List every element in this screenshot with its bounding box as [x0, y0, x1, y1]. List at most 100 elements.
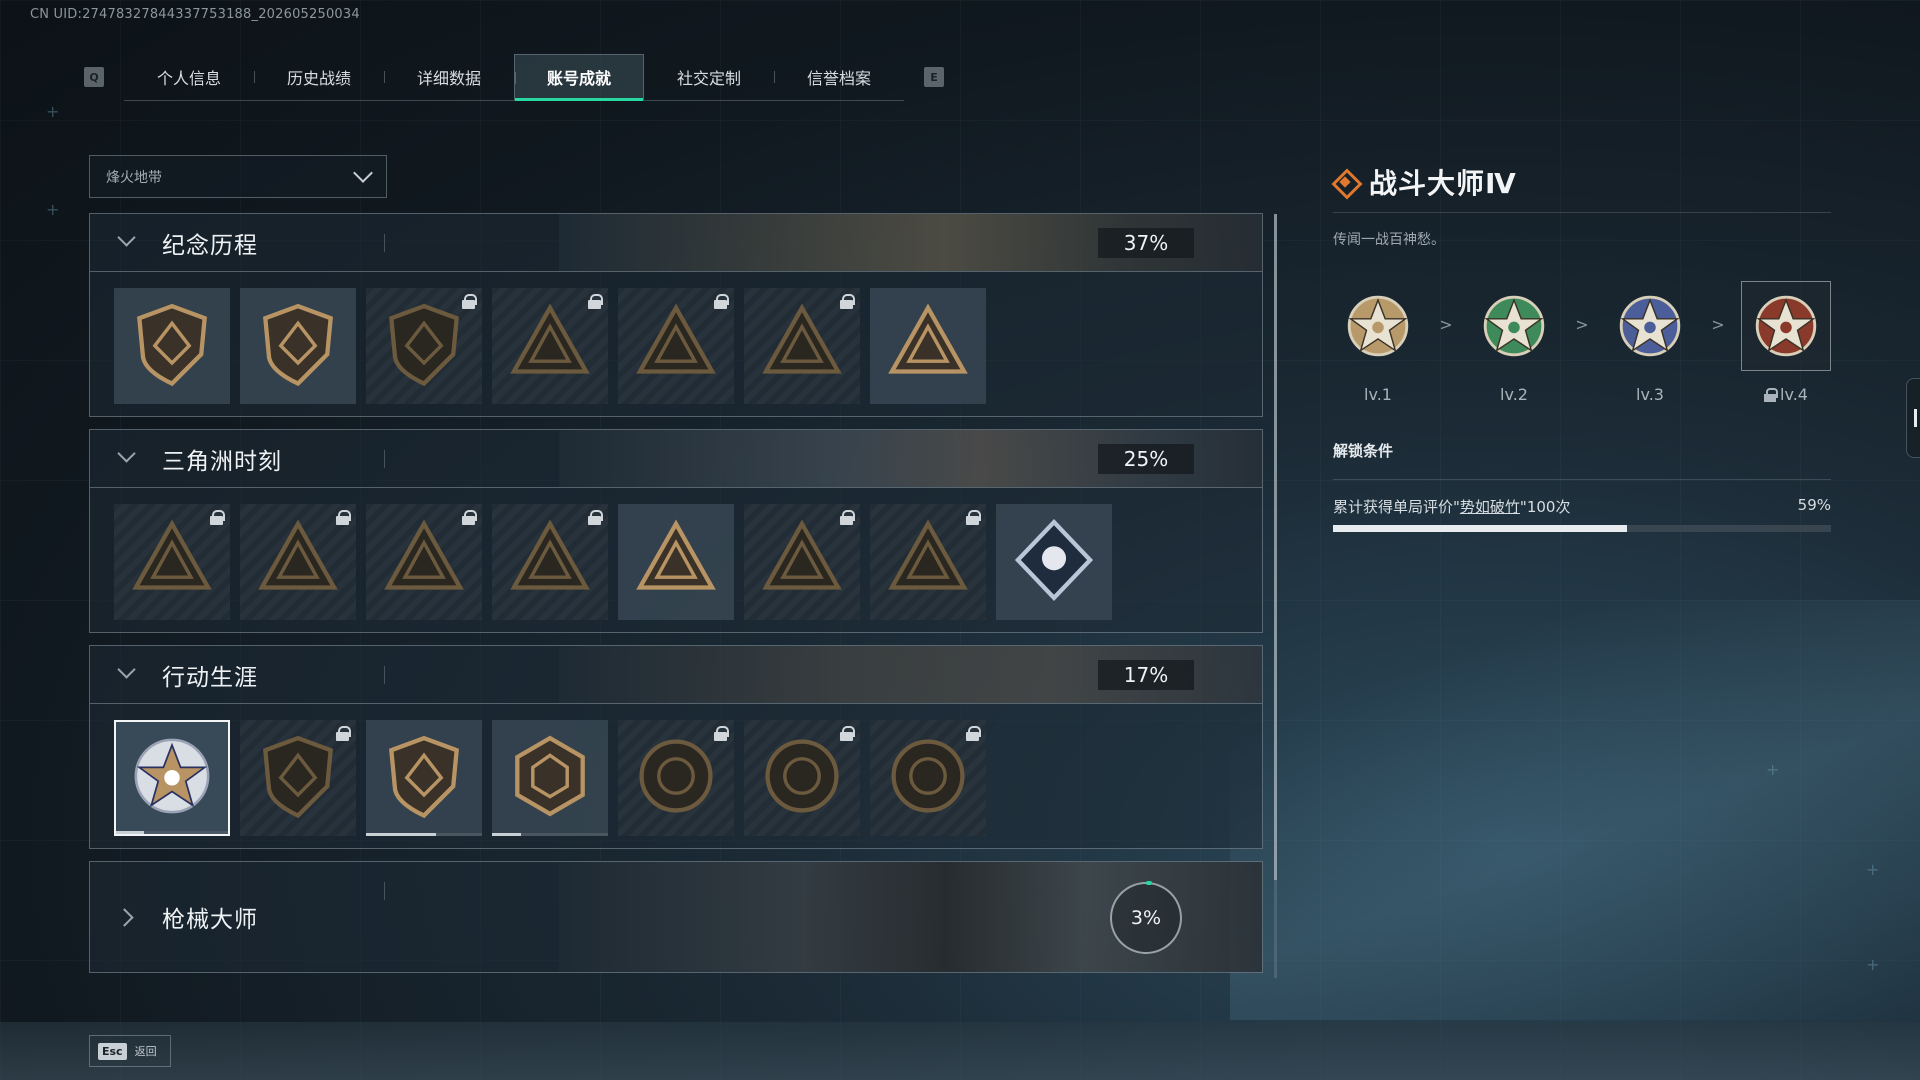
diamond-icon: [1333, 170, 1357, 194]
level-separator: >: [1439, 315, 1453, 334]
achievement-badge[interactable]: [114, 288, 230, 404]
lock-icon: [210, 510, 225, 525]
level-separator: >: [1575, 315, 1589, 334]
tab-personal-info[interactable]: 个人信息: [124, 54, 254, 100]
achievement-badge[interactable]: [114, 720, 230, 836]
achievement-badge[interactable]: [618, 720, 734, 836]
category-title: 行动生涯: [162, 664, 258, 691]
tab-detailed-data[interactable]: 详细数据: [384, 54, 514, 100]
tab-achievements[interactable]: 账号成就: [514, 53, 644, 101]
achievement-badge[interactable]: [366, 504, 482, 620]
achievement-badge[interactable]: [744, 504, 860, 620]
chevron-down-icon: [353, 162, 373, 183]
tab-social-custom[interactable]: 社交定制: [644, 54, 774, 100]
achievement-badge[interactable]: [492, 504, 608, 620]
detail-title: 战斗大师Ⅳ: [1369, 167, 1517, 200]
lock-icon: [588, 510, 603, 525]
divider: [384, 882, 385, 900]
star-medal-icon: [1741, 281, 1831, 371]
achievement-badge[interactable]: [870, 288, 986, 404]
divider: [1333, 212, 1831, 213]
achievement-category: 行动生涯 17%: [89, 645, 1263, 849]
divider: [384, 234, 385, 252]
background-mountain: [1230, 600, 1920, 1020]
gem-shield-icon: [507, 733, 593, 823]
achievement-badge[interactable]: [492, 720, 608, 836]
scrollbar-thumb[interactable]: [1274, 214, 1277, 880]
achievement-badge[interactable]: [618, 504, 734, 620]
achievement-badge[interactable]: [366, 720, 482, 836]
badge-progress-bar: [366, 833, 482, 836]
level-label: lv.4: [1780, 385, 1808, 404]
category-header[interactable]: 纪念历程 37%: [90, 214, 1262, 272]
level-separator: >: [1711, 315, 1725, 334]
soldier-tower-icon: [507, 301, 593, 391]
category-header[interactable]: 三角洲时刻 25%: [90, 430, 1262, 488]
level-medal[interactable]: lv.2: [1469, 281, 1559, 404]
category-header[interactable]: 枪械大师 3%: [90, 862, 1262, 972]
lock-icon: [588, 294, 603, 309]
lock-icon: [714, 294, 729, 309]
level-medal[interactable]: lv.3: [1605, 281, 1695, 404]
achievement-badge[interactable]: [744, 288, 860, 404]
achievement-badge[interactable]: [240, 720, 356, 836]
mode-filter-dropdown[interactable]: 烽火地带: [89, 155, 387, 198]
tab-match-history[interactable]: 历史战绩: [254, 54, 384, 100]
chevron-down-icon[interactable]: [108, 439, 148, 479]
lock-icon: [840, 726, 855, 741]
divider: [384, 666, 385, 684]
category-title: 三角洲时刻: [162, 448, 282, 475]
tab-bar: Q 个人信息 历史战绩 详细数据 账号成就 社交定制 信誉档案 E: [84, 53, 944, 101]
level-medal[interactable]: lv.4: [1741, 281, 1831, 404]
lock-icon: [840, 294, 855, 309]
achievement-badge[interactable]: [240, 504, 356, 620]
category-header[interactable]: 行动生涯 17%: [90, 646, 1262, 704]
category-progress: 3%: [1110, 881, 1182, 954]
category-progress: 37%: [1098, 228, 1194, 258]
bottle-triangle-icon: [129, 517, 215, 607]
achievement-badge[interactable]: [870, 504, 986, 620]
chevron-down-icon[interactable]: [108, 655, 148, 695]
achievement-category: 三角洲时刻 25%: [89, 429, 1263, 633]
achievement-badge[interactable]: [366, 288, 482, 404]
detail-description: 传闻一战百神愁。: [1333, 232, 1445, 248]
category-progress: 17%: [1098, 660, 1194, 690]
category-title: 枪械大师: [162, 907, 258, 933]
scrollbar[interactable]: [1274, 214, 1277, 978]
chevron-shield-icon: [255, 733, 341, 823]
footer-bar: [0, 1022, 1920, 1080]
achievement-badge[interactable]: [618, 288, 734, 404]
level-medal[interactable]: lv.1: [1333, 281, 1423, 404]
star-medal-icon: [1333, 281, 1423, 371]
achievement-badge[interactable]: [996, 504, 1112, 620]
chevron-right-icon[interactable]: [108, 897, 148, 937]
lock-icon: [840, 510, 855, 525]
prev-tab-key[interactable]: Q: [84, 67, 104, 87]
achievement-badge[interactable]: [870, 720, 986, 836]
achievement-badge[interactable]: [744, 720, 860, 836]
lock-icon: [714, 726, 729, 741]
helicopter-icon: [255, 301, 341, 391]
tab-reputation[interactable]: 信誉档案: [774, 54, 904, 100]
condition-highlight-link[interactable]: 势如破竹: [1460, 498, 1520, 516]
gear-shield-icon: [381, 301, 467, 391]
achievement-category: 枪械大师 3%: [89, 861, 1263, 973]
next-tab-key[interactable]: E: [924, 67, 944, 87]
achievement-badge[interactable]: [240, 288, 356, 404]
side-drawer-handle[interactable]: [1906, 378, 1920, 458]
back-button[interactable]: Esc 返回: [89, 1035, 171, 1067]
achievement-badge[interactable]: [492, 288, 608, 404]
badge-progress-fill: [366, 833, 436, 836]
lock-icon: [462, 294, 477, 309]
lock-icon: [1764, 387, 1779, 402]
chevron-down-icon[interactable]: [108, 223, 148, 263]
condition-prefix: 累计获得单局评价": [1333, 498, 1460, 516]
rose-diamond-icon: [1011, 517, 1097, 607]
esc-key-icon: Esc: [98, 1042, 127, 1060]
star-medal-icon: [1605, 281, 1695, 371]
crosshair-mark: +: [1866, 860, 1880, 879]
level-label-row: lv.2: [1500, 385, 1528, 404]
ring-icon: [633, 733, 719, 823]
lock-icon: [966, 510, 981, 525]
achievement-badge[interactable]: [114, 504, 230, 620]
